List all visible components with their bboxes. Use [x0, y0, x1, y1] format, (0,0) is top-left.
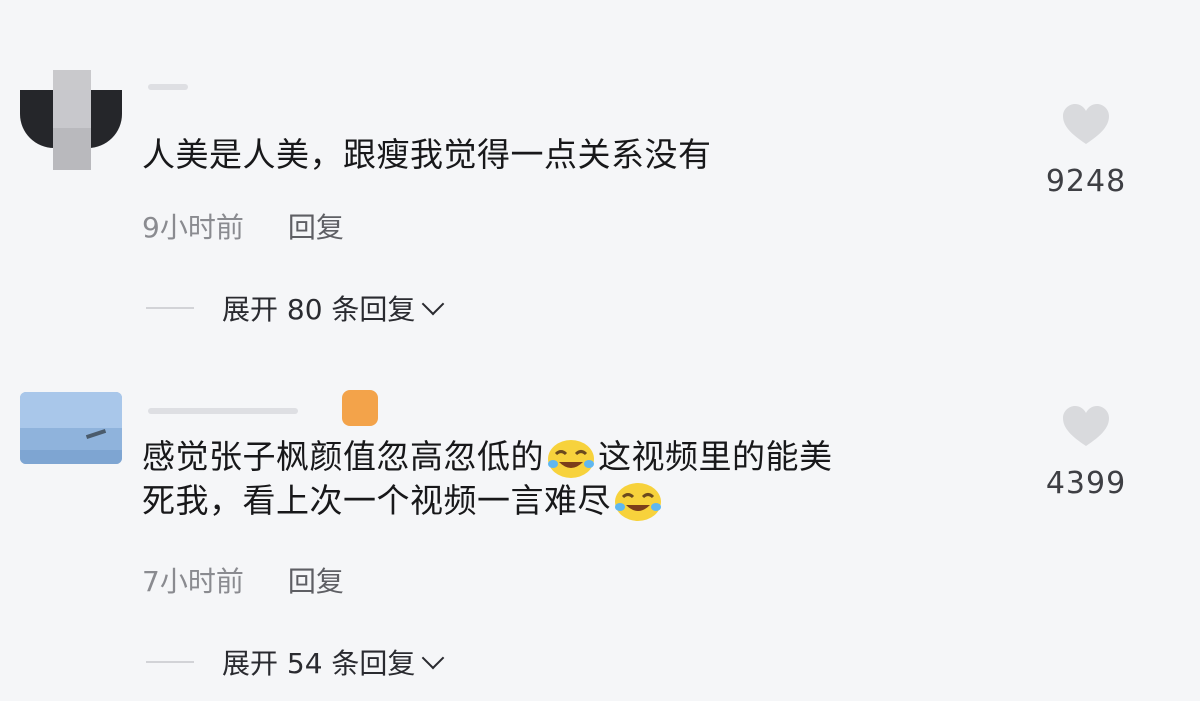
comment-time: 9小时前 — [142, 211, 244, 244]
chevron-down-icon — [422, 646, 445, 670]
username-blurred — [148, 408, 298, 414]
reply-button[interactable]: 回复 — [288, 211, 344, 244]
user-badge-icon — [342, 390, 378, 426]
user-avatar[interactable] — [20, 70, 122, 170]
comment-text-part-3: 死我，看上次一个视频一言难尽 — [142, 480, 611, 520]
laughing-crying-emoji-icon — [615, 483, 661, 521]
comment-meta: 7小时前 回复 — [142, 560, 344, 600]
comment-text-line-1: 感觉张子枫颜值忽高忽低的 这视频里的能美 — [142, 436, 833, 480]
comment-time: 7小时前 — [142, 565, 244, 598]
comment-text: 人美是人美，跟瘦我觉得一点关系没有 — [142, 135, 712, 174]
username-blurred — [148, 84, 188, 90]
like-count: 4399 — [1045, 466, 1127, 501]
chevron-down-icon — [422, 292, 445, 316]
like-count: 9248 — [1045, 164, 1127, 199]
comment-meta: 9小时前 回复 — [142, 206, 344, 246]
divider-line — [146, 307, 194, 309]
expand-replies-button[interactable]: 展开 54 条回复 — [146, 642, 445, 682]
divider-line — [146, 661, 194, 663]
heart-icon — [1063, 104, 1109, 144]
like-button[interactable]: 4399 — [1040, 404, 1132, 501]
reply-button[interactable]: 回复 — [288, 565, 344, 598]
heart-icon — [1063, 406, 1109, 446]
expand-replies-label: 展开 54 条回复 — [222, 647, 416, 680]
comment-text-part-1: 感觉张子枫颜值忽高忽低的 — [142, 437, 544, 476]
like-button[interactable]: 9248 — [1040, 102, 1132, 199]
comment-text-part-2: 这视频里的能美 — [598, 437, 833, 476]
comment-text-line-2: 死我，看上次一个视频一言难尽 — [142, 480, 833, 524]
laughing-crying-emoji-icon — [548, 439, 594, 478]
expand-replies-label: 展开 80 条回复 — [222, 293, 416, 326]
expand-replies-button[interactable]: 展开 80 条回复 — [146, 288, 445, 328]
comment-text: 感觉张子枫颜值忽高忽低的 这视频里的能美 死我，看上次一个视频一言难尽 — [142, 436, 833, 523]
user-avatar[interactable] — [20, 392, 122, 464]
